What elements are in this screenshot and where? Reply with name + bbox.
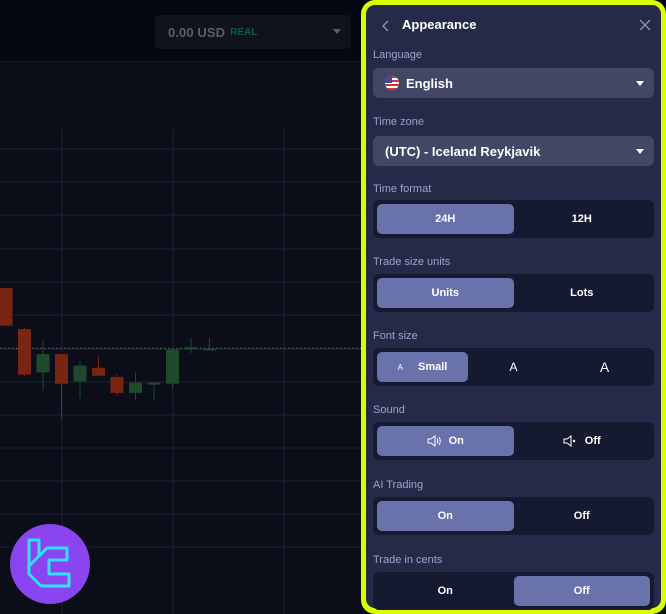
brand-logo <box>10 524 90 604</box>
ai-trading-off-option[interactable]: Off <box>514 501 651 531</box>
speaker-mute-icon <box>563 435 577 447</box>
trade-size-units-option[interactable]: Units <box>377 278 514 308</box>
font-size-small-label: Small <box>417 361 448 373</box>
sound-label: Sound <box>373 404 405 416</box>
chevron-left-icon <box>382 20 389 32</box>
dropdown-arrow-icon <box>636 149 644 154</box>
candle[interactable] <box>55 354 68 420</box>
time-format-24h-option[interactable]: 24H <box>377 204 514 234</box>
font-size-toggle: A Small A A <box>373 348 654 386</box>
appearance-panel: Appearance Language English Time zone (U… <box>366 5 661 610</box>
time-format-label: Time format <box>373 183 432 195</box>
candle[interactable] <box>147 381 161 401</box>
close-button[interactable] <box>636 16 654 34</box>
candle-body <box>184 347 198 350</box>
timezone-label: Time zone <box>373 116 424 128</box>
trade-in-cents-on-option[interactable]: On <box>377 576 514 606</box>
sound-on-label: On <box>448 435 464 447</box>
candle-body <box>36 354 50 373</box>
trading-app: 0.00 USD REAL Appearance Language Englis… <box>0 0 666 614</box>
timezone-select[interactable]: (UTC) - Iceland Reykjavik <box>373 136 654 166</box>
candle[interactable] <box>184 338 198 353</box>
candle[interactable] <box>92 356 105 376</box>
language-select[interactable]: English <box>373 68 654 98</box>
trade-size-lots-option[interactable]: Lots <box>514 278 651 308</box>
dropdown-arrow-icon <box>636 81 644 86</box>
account-type-badge: REAL <box>230 26 258 38</box>
candle-body <box>110 376 124 393</box>
time-format-toggle: 24H 12H <box>373 200 654 238</box>
language-label: Language <box>373 49 422 61</box>
panel-header: Appearance <box>373 5 654 47</box>
speaker-on-icon <box>427 435 441 447</box>
trade-size-units-label: Trade size units <box>373 256 451 268</box>
candle[interactable] <box>36 339 50 391</box>
time-format-12h-option[interactable]: 12H <box>514 204 651 234</box>
trade-in-cents-label: Trade in cents <box>373 554 443 566</box>
font-size-medium-option[interactable]: A <box>468 352 559 382</box>
candle-body <box>18 329 31 375</box>
candle-body <box>147 382 161 385</box>
candle-body <box>129 382 142 393</box>
candle[interactable] <box>110 374 124 397</box>
language-value: English <box>406 75 453 91</box>
back-button[interactable] <box>379 17 393 35</box>
trade-in-cents-toggle: On Off <box>373 572 654 610</box>
candle[interactable] <box>73 360 87 399</box>
font-size-label: Font size <box>373 330 418 342</box>
balance-amount: 0.00 USD <box>168 24 226 40</box>
candle[interactable] <box>129 372 142 400</box>
panel-title: Appearance <box>402 17 477 32</box>
candle-body <box>73 365 87 382</box>
account-balance-selector[interactable]: 0.00 USD REAL <box>155 15 351 49</box>
font-size-small-option[interactable]: A Small <box>377 352 468 382</box>
large-font-glyph: A <box>599 359 610 375</box>
sound-off-label: Off <box>584 435 601 447</box>
candle[interactable] <box>18 327 31 376</box>
font-size-large-option[interactable]: A <box>559 352 650 382</box>
candle-body <box>55 354 68 384</box>
candle-body <box>0 288 13 326</box>
candle[interactable] <box>203 338 216 351</box>
us-flag-icon <box>385 76 399 90</box>
small-font-glyph: A <box>397 362 403 372</box>
candle[interactable] <box>0 288 13 327</box>
sound-toggle: On Off <box>373 422 654 460</box>
chevron-down-icon <box>333 29 341 34</box>
timezone-value: (UTC) - Iceland Reykjavik <box>385 143 541 159</box>
ai-trading-label: AI Trading <box>373 479 424 491</box>
candle-body <box>203 348 216 351</box>
brand-logo-icon <box>27 538 71 588</box>
close-icon <box>639 19 651 31</box>
ai-trading-on-option[interactable]: On <box>377 501 514 531</box>
sound-on-option[interactable]: On <box>377 426 514 456</box>
candle-body <box>166 349 179 384</box>
appearance-panel-frame: Appearance Language English Time zone (U… <box>361 0 666 614</box>
trade-in-cents-off-option[interactable]: Off <box>513 576 650 606</box>
sound-off-option[interactable]: Off <box>514 426 651 456</box>
candle[interactable] <box>166 348 179 389</box>
medium-font-glyph: A <box>509 360 518 374</box>
trade-size-units-toggle: Units Lots <box>373 274 654 312</box>
candle-body <box>92 367 105 376</box>
ai-trading-toggle: On Off <box>373 497 654 535</box>
